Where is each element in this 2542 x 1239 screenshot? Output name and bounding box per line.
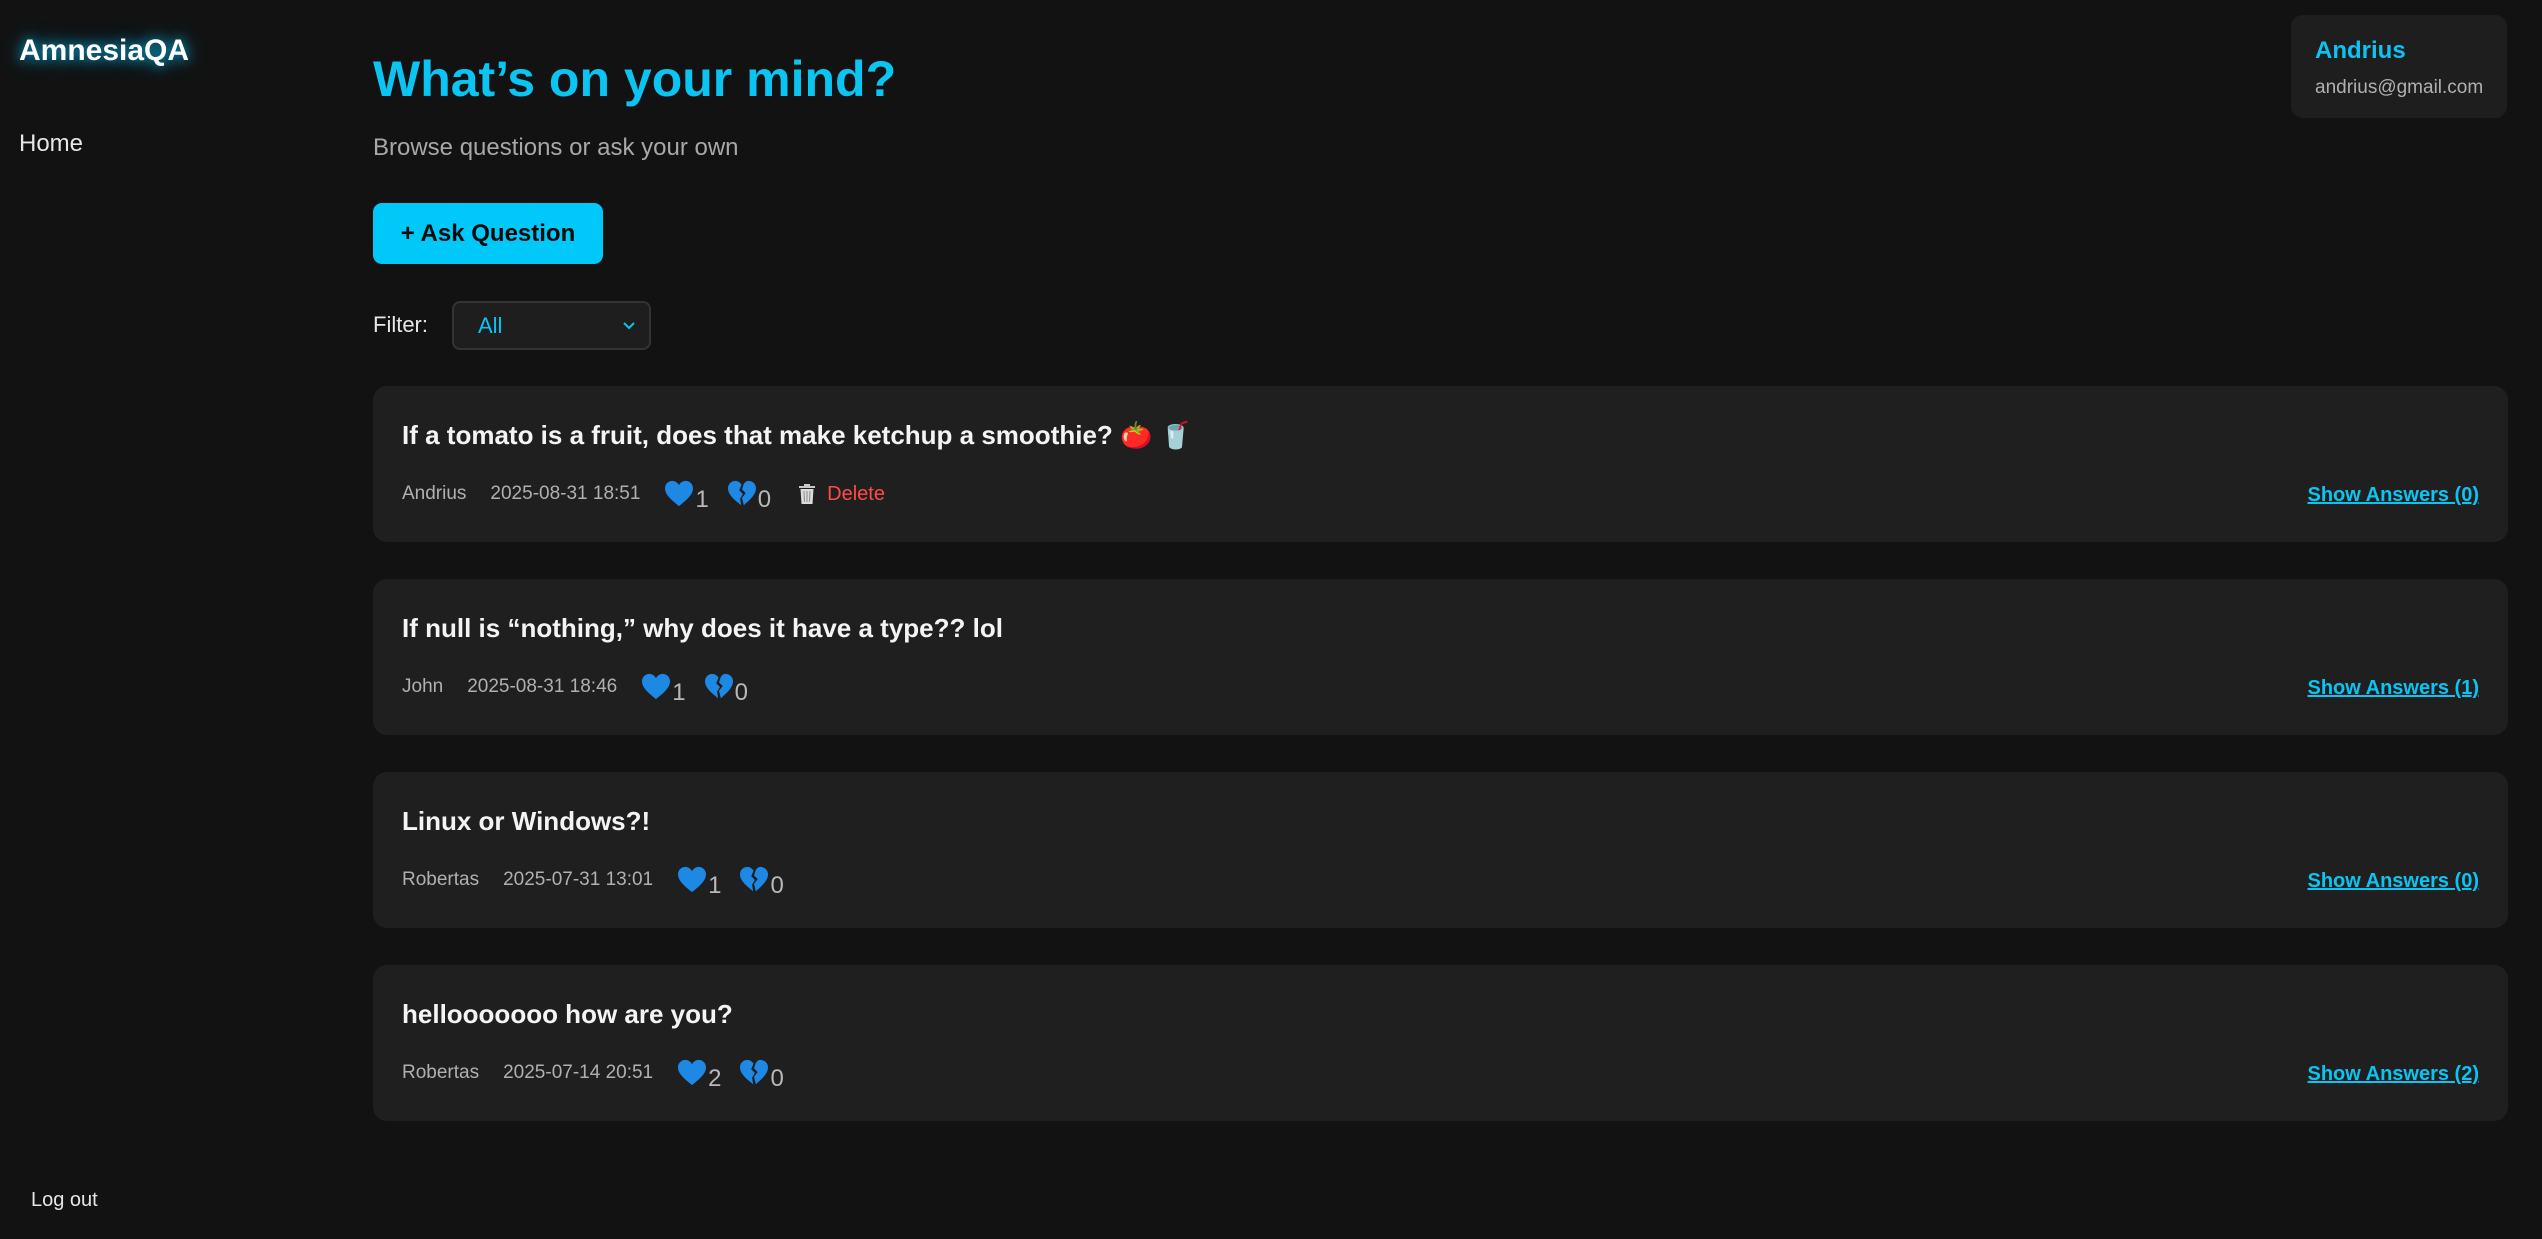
like-button[interactable]: 1 bbox=[664, 480, 709, 512]
dislike-count: 0 bbox=[770, 1065, 784, 1092]
like-count: 2 bbox=[708, 1065, 722, 1092]
question-title[interactable]: If a tomato is a fruit, does that make k… bbox=[402, 420, 1192, 451]
show-answers-link[interactable]: Show Answers (0) bbox=[2307, 870, 2479, 893]
question-date: 2025-07-31 13:01 bbox=[503, 869, 654, 890]
show-answers-link[interactable]: Show Answers (1) bbox=[2307, 677, 2479, 700]
dislike-count: 0 bbox=[757, 486, 772, 513]
dislike-count: 0 bbox=[770, 872, 784, 899]
question-title[interactable]: hellooooooo how are you? bbox=[402, 999, 733, 1030]
sidebar-item-home[interactable]: Home bbox=[19, 130, 83, 158]
question-author: John bbox=[402, 676, 444, 697]
question-author: Robertas bbox=[402, 1062, 480, 1083]
dislike-count: 0 bbox=[734, 679, 748, 706]
question-date: 2025-07-14 20:51 bbox=[503, 1062, 654, 1083]
like-count: 1 bbox=[708, 872, 722, 899]
delete-button[interactable]: Delete bbox=[797, 483, 885, 506]
heart-icon bbox=[664, 480, 694, 508]
question-card: If null is “nothing,” why does it have a… bbox=[373, 579, 2508, 735]
question-date: 2025-08-31 18:46 bbox=[467, 676, 618, 697]
question-title[interactable]: If null is “nothing,” why does it have a… bbox=[402, 613, 1003, 644]
broken-heart-icon bbox=[727, 480, 757, 508]
show-answers-link[interactable]: Show Answers (2) bbox=[2307, 1063, 2479, 1086]
question-author: Robertas bbox=[402, 869, 480, 890]
broken-heart-icon bbox=[704, 673, 734, 701]
question-card: If a tomato is a fruit, does that make k… bbox=[373, 386, 2508, 542]
dislike-button[interactable]: 0 bbox=[739, 866, 784, 898]
question-date: 2025-08-31 18:51 bbox=[490, 483, 641, 504]
broken-heart-icon bbox=[739, 866, 769, 894]
show-answers-link[interactable]: Show Answers (0) bbox=[2307, 484, 2479, 507]
dislike-button[interactable]: 0 bbox=[704, 673, 748, 705]
question-meta: Robertas 2025-07-14 20:51 2 0 bbox=[402, 1053, 802, 1093]
like-button[interactable]: 2 bbox=[677, 1059, 721, 1091]
dislike-button[interactable]: 0 bbox=[739, 1059, 784, 1091]
question-meta: Andrius 2025-08-31 18:51 1 0 Delete bbox=[402, 474, 885, 514]
broken-heart-icon bbox=[739, 1059, 769, 1087]
trash-icon bbox=[797, 483, 817, 505]
question-list: If a tomato is a fruit, does that make k… bbox=[373, 0, 2508, 1239]
heart-icon bbox=[641, 673, 671, 701]
like-button[interactable]: 1 bbox=[641, 673, 686, 705]
heart-icon bbox=[677, 866, 707, 894]
delete-label: Delete bbox=[827, 482, 885, 505]
heart-icon bbox=[677, 1059, 707, 1087]
question-title[interactable]: Linux or Windows?! bbox=[402, 806, 650, 837]
brand-logo[interactable]: AmnesiaQA bbox=[19, 34, 189, 68]
like-count: 1 bbox=[695, 486, 709, 513]
question-meta: Robertas 2025-07-31 13:01 1 0 bbox=[402, 860, 802, 900]
question-card: Linux or Windows?! Robertas 2025-07-31 13:… bbox=[373, 772, 2508, 928]
logout-button[interactable]: Log out bbox=[31, 1189, 98, 1212]
like-count: 1 bbox=[672, 679, 686, 706]
question-card: hellooooooo how are you? Robertas 2025-07-… bbox=[373, 965, 2508, 1121]
sidebar: AmnesiaQA Home Log out bbox=[0, 0, 340, 1239]
question-author: Andrius bbox=[402, 483, 467, 504]
like-button[interactable]: 1 bbox=[677, 866, 721, 898]
dislike-button[interactable]: 0 bbox=[727, 480, 771, 512]
question-meta: John 2025-08-31 18:46 1 0 bbox=[402, 667, 766, 707]
